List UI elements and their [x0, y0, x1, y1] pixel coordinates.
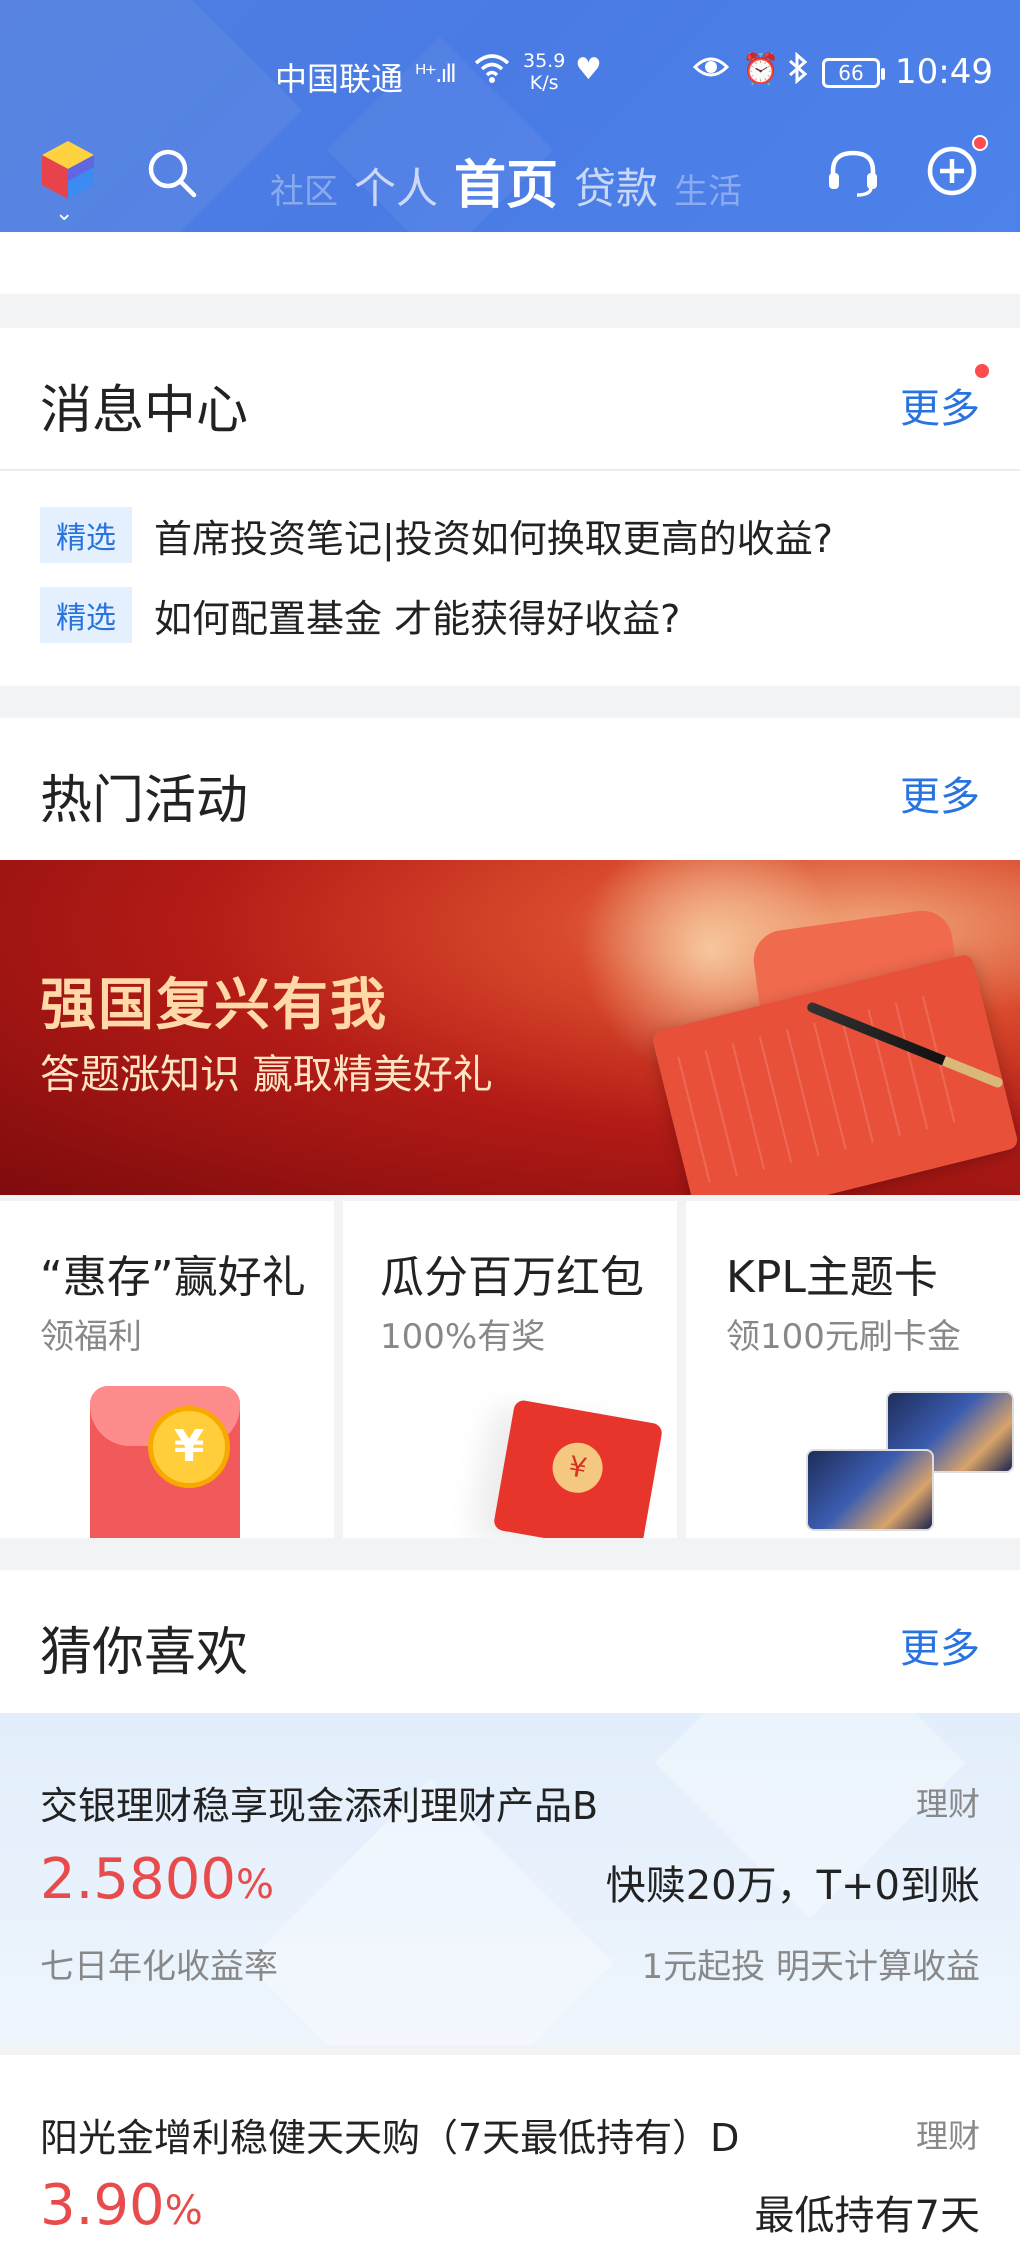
section-title: 热门活动 [40, 771, 249, 831]
wifi-icon [474, 52, 510, 92]
tab-personal[interactable]: 个人 [354, 155, 438, 216]
rate-unit: % [235, 1862, 274, 1908]
notification-dot [972, 135, 988, 151]
carrier-name: 中国联通 [275, 60, 404, 98]
tile-title: KPL主题卡 [726, 1252, 938, 1303]
banner-title: 强国复兴有我 [40, 973, 388, 1038]
bluetooth-icon [787, 51, 809, 92]
tab-community[interactable]: 社区 [270, 164, 338, 213]
product-feature: 快赎20万，T+0到账 [605, 1863, 980, 1909]
hot-activities-section: 热门活动 更多 [0, 718, 1020, 860]
network-speed: 35.9 K/s [523, 50, 565, 94]
add-plus-icon[interactable] [924, 143, 980, 199]
rate-value: 2.5800 [40, 1847, 236, 1912]
status-bar: 中国联通 ᴴ⁺.ıll 35.9 K/s ♥ ⏰ 66 10:49 [0, 50, 1020, 102]
rate-label: 七日年化收益率 [40, 1947, 278, 1987]
section-title: 消息中心 [40, 381, 249, 441]
red-envelope-coin-icon: ¥ [90, 1386, 240, 1538]
product-name: 阳光金增利稳健天天购（7天最低持有）D [40, 2116, 740, 2160]
featured-tag: 精选 [40, 587, 132, 643]
promo-tile-red-packet[interactable]: 瓜分百万红包 100%有奖 ¥ [343, 1201, 677, 1538]
product-name: 交银理财稳享现金添利理财产品B [40, 1784, 599, 1828]
product-card[interactable]: 交银理财稳享现金添利理财产品B 理财 2.5800% 快赎20万，T+0到账 七… [0, 1713, 1020, 2045]
product-note: 1元起投 明天计算收益 [641, 1947, 980, 1987]
top-strip [0, 232, 1020, 294]
network-speed-value: 35.9 [523, 50, 566, 72]
health-heart-icon: ♥ [575, 52, 602, 87]
tile-subtitle: 100%有奖 [380, 1317, 546, 1357]
product-rate: 2.5800% [40, 1847, 274, 1912]
product-feature: 最低持有7天 [754, 2193, 980, 2239]
recommend-more-link[interactable]: 更多 [900, 1616, 980, 1674]
tab-life[interactable]: 生活 [674, 164, 742, 213]
tile-title: “惠存”赢好礼 [40, 1252, 306, 1303]
red-envelope-icon: ¥ [492, 1398, 664, 1538]
product-rate: 3.90% [40, 2173, 203, 2238]
message-item[interactable]: 精选 如何配置基金 才能获得好收益? [40, 587, 681, 643]
section-title: 猜你喜欢 [40, 1623, 249, 1683]
tab-home[interactable]: 首页 [454, 143, 558, 218]
eye-comfort-icon [692, 52, 730, 90]
promo-tiles: “惠存”赢好礼 领福利 ¥ 瓜分百万红包 100%有奖 ¥ KPL主题卡 领10… [0, 1195, 1020, 1538]
top-navigation: ⌄ 社区 个人 首页 贷款 生活 [0, 135, 1020, 226]
product-category: 理财 [915, 2117, 980, 2155]
tile-subtitle: 领100元刷卡金 [726, 1317, 961, 1357]
message-text: 如何配置基金 才能获得好收益? [154, 596, 681, 641]
promo-tile-deposit[interactable]: “惠存”赢好礼 领福利 ¥ [0, 1201, 334, 1538]
battery-icon: 66 [822, 58, 885, 88]
chevron-down-icon[interactable]: ⌄ [55, 201, 73, 226]
banner-subtitle: 答题涨知识 赢取精美好礼 [40, 1052, 493, 1098]
clock-time: 10:49 [895, 52, 993, 92]
message-text: 首席投资笔记|投资如何换取更高的收益? [154, 516, 833, 561]
featured-tag: 精选 [40, 507, 132, 563]
guess-you-like-section: 猜你喜欢 更多 [0, 1570, 1020, 1713]
bank-card-image [806, 1449, 934, 1531]
product-card[interactable]: 阳光金增利稳健天天购（7天最低持有）D 理财 3.90% 最低持有7天 [0, 2055, 1020, 2267]
rate-value: 3.90 [40, 2173, 165, 2238]
customer-service-headset-icon[interactable] [825, 145, 881, 201]
tab-loans[interactable]: 贷款 [574, 155, 658, 216]
product-category: 理财 [915, 1785, 980, 1823]
message-center-section: 消息中心 更多 精选 首席投资笔记|投资如何换取更高的收益? 精选 如何配置基金… [0, 328, 1020, 686]
app-header: 中国联通 ᴴ⁺.ıll 35.9 K/s ♥ ⏰ 66 10:49 ⌄ 社区 个… [0, 0, 1020, 232]
message-more-link[interactable]: 更多 [900, 376, 980, 434]
yuan-seal-icon: ¥ [548, 1438, 607, 1497]
activities-more-link[interactable]: 更多 [900, 764, 980, 822]
network-speed-unit: K/s [529, 72, 559, 94]
cell-signal-icon: ᴴ⁺.ıll [415, 60, 457, 88]
promo-tile-kpl-card[interactable]: KPL主题卡 领100元刷卡金 [686, 1201, 1020, 1538]
nav-tabs: 社区 个人 首页 贷款 生活 [270, 143, 758, 216]
app-logo-icon[interactable] [40, 139, 96, 201]
rate-unit: % [164, 2188, 203, 2234]
search-icon[interactable] [144, 145, 198, 199]
tile-subtitle: 领福利 [40, 1317, 142, 1357]
unread-dot [975, 364, 989, 378]
divider [0, 469, 1020, 471]
alarm-icon: ⏰ [742, 52, 780, 87]
message-item[interactable]: 精选 首席投资笔记|投资如何换取更高的收益? [40, 507, 833, 563]
activity-banner[interactable]: 强国复兴有我 答题涨知识 赢取精美好礼 [0, 860, 1020, 1195]
yuan-coin-icon: ¥ [148, 1406, 230, 1488]
tile-title: 瓜分百万红包 [380, 1252, 644, 1303]
